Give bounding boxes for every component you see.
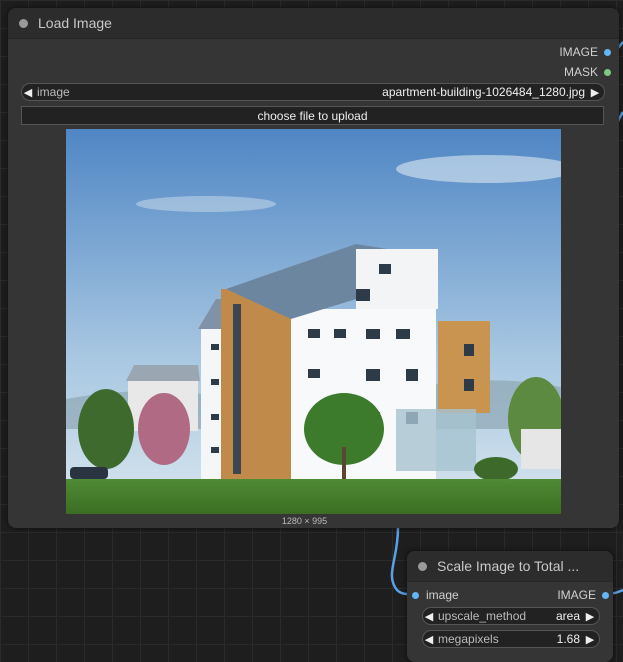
widget-label: image <box>37 85 70 99</box>
output-label-image: IMAGE <box>557 588 596 602</box>
widget-value: area <box>555 609 580 623</box>
scale-image-title-bar[interactable]: Scale Image to Total ... <box>407 551 613 582</box>
arrow-right-icon[interactable]: ▶ <box>584 610 596 623</box>
widget-label: megapixels <box>438 632 499 646</box>
upscale-method-widget[interactable]: ◀ upscale_method area ▶ <box>422 607 600 625</box>
node-title: Load Image <box>38 15 112 31</box>
collapse-dot-icon[interactable] <box>19 18 28 28</box>
choose-file-button[interactable]: choose file to upload <box>21 106 604 125</box>
slot-dot-icon[interactable] <box>602 591 609 599</box>
output-label-image: IMAGE <box>559 45 598 59</box>
node-title: Scale Image to Total ... <box>437 558 580 574</box>
arrow-right-icon[interactable]: ▶ <box>584 633 596 646</box>
image-dimensions-label: 1280 × 995 <box>281 516 328 526</box>
slot-dot-icon[interactable] <box>604 68 611 76</box>
input-label-image: image <box>426 588 459 602</box>
widget-value: 1.68 <box>556 632 580 646</box>
widget-label: upscale_method <box>438 609 527 623</box>
widget-value: apartment-building-1026484_1280.jpg <box>382 85 585 99</box>
output-slot-mask[interactable]: MASK <box>564 65 611 79</box>
load-image-node[interactable]: Load Image IMAGE MASK ◀ image apartment-… <box>8 8 619 528</box>
input-slot-image[interactable]: image <box>412 588 459 602</box>
load-image-title-bar[interactable]: Load Image <box>8 8 619 39</box>
megapixels-widget[interactable]: ◀ megapixels 1.68 ▶ <box>422 630 600 648</box>
slot-dot-icon[interactable] <box>604 48 611 56</box>
image-preview <box>66 129 561 514</box>
arrow-left-icon[interactable]: ◀ <box>423 633 435 646</box>
slot-dot-icon[interactable] <box>412 591 419 599</box>
output-label-mask: MASK <box>563 65 598 79</box>
output-slot-image[interactable]: IMAGE <box>557 588 609 602</box>
arrow-left-icon[interactable]: ◀ <box>423 610 435 623</box>
arrow-right-icon[interactable]: ▶ <box>589 86 601 99</box>
arrow-left-icon[interactable]: ◀ <box>22 86 34 99</box>
output-slot-image[interactable]: IMAGE <box>559 45 611 59</box>
collapse-dot-icon[interactable] <box>418 561 427 571</box>
scale-image-node[interactable]: Scale Image to Total ... image IMAGE ◀ u… <box>407 551 613 662</box>
image-combo-widget[interactable]: ◀ image apartment-building-1026484_1280.… <box>21 83 605 101</box>
